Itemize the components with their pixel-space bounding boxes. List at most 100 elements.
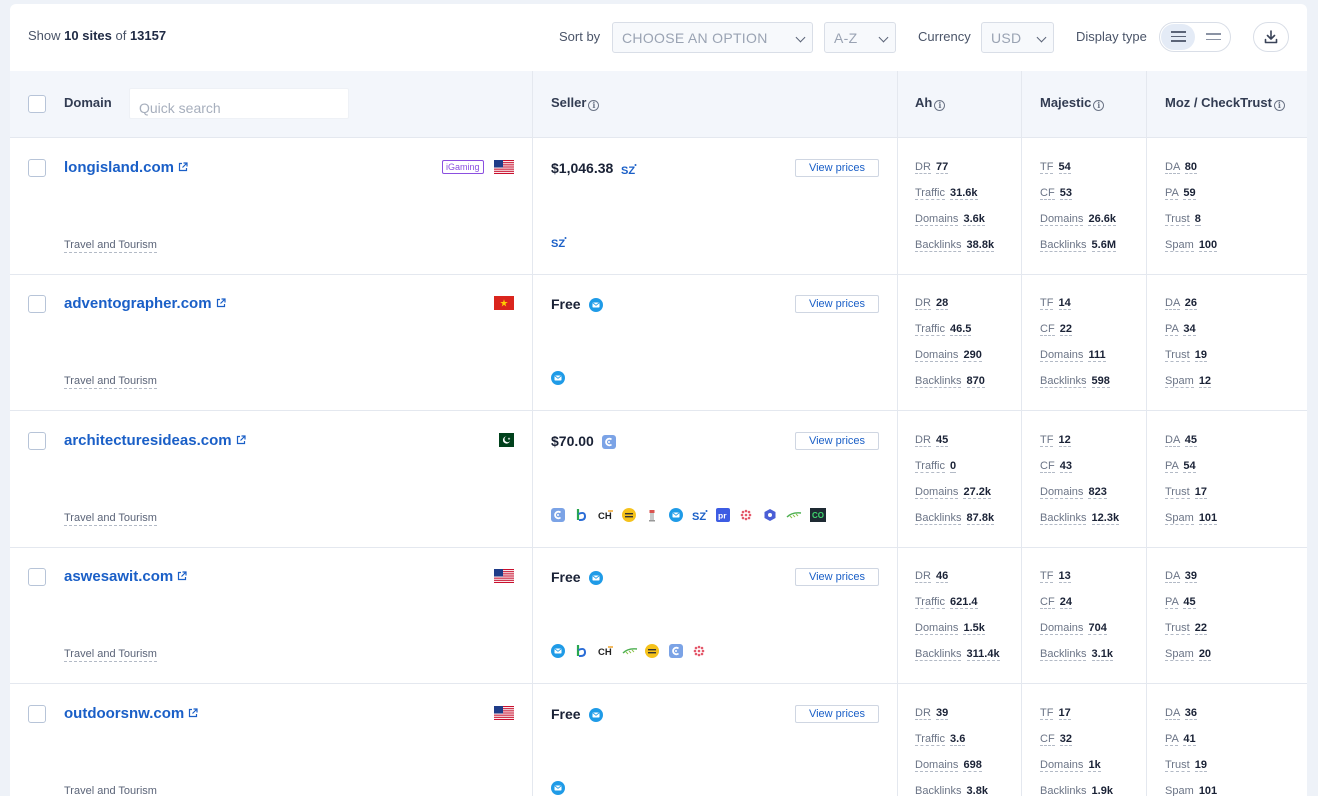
metric-value: 311.4k (966, 648, 1000, 661)
external-link-icon[interactable] (177, 571, 187, 581)
metric-value: 100 (1198, 239, 1218, 252)
metric-label: Domains (1040, 622, 1084, 635)
pk-flag-icon (494, 433, 514, 447)
metric-value: 5.6M (1091, 239, 1116, 252)
domain-link[interactable]: longisland.com (64, 159, 188, 176)
metric-value: 3.6k (963, 213, 985, 226)
co-icon: CO (809, 508, 826, 522)
majestic-cf-metric: CF 53 (1040, 187, 1158, 213)
metric-value: 26 (1184, 297, 1197, 310)
metric-value: 19 (1194, 759, 1207, 772)
view-prices-button[interactable]: View prices (795, 568, 879, 586)
compact-view-button[interactable] (1196, 24, 1230, 50)
metric-value: 27.2k (963, 486, 991, 499)
view-prices-button[interactable]: View prices (795, 432, 879, 450)
category-tag[interactable]: Travel and Tourism (64, 375, 157, 389)
row-checkbox[interactable] (28, 705, 46, 723)
majestic-domains-metric: Domains 823 (1040, 486, 1158, 512)
view-prices-button[interactable]: View prices (795, 159, 879, 177)
row-checkbox[interactable] (28, 432, 46, 450)
domain-link[interactable]: outdoorsnw.com (64, 705, 198, 722)
metric-label: DA (1165, 707, 1180, 720)
info-icon[interactable]: i (1093, 100, 1105, 111)
price-seller-icon (588, 571, 603, 590)
currency-select[interactable]: USD (981, 22, 1054, 53)
metric-label: Traffic (915, 596, 945, 609)
moz-metrics: DA 36 PA 41 Trust 19 Spam 101 (1165, 707, 1283, 796)
metric-label: Domains (915, 349, 959, 362)
table-row: longisland.com iGaming Travel and Touris… (10, 138, 1307, 275)
majestic-backlinks-metric: Backlinks 1.9k (1040, 785, 1158, 796)
sort-option-select[interactable]: CHOOSE AN OPTION (612, 22, 813, 53)
metric-label: Backlinks (915, 512, 962, 525)
info-icon[interactable]: i (934, 100, 946, 111)
metric-value: 59 (1183, 187, 1196, 200)
quick-search-input[interactable] (129, 88, 349, 119)
domain-link[interactable]: adventographer.com (64, 295, 226, 312)
collaborator-icon (551, 508, 565, 522)
price-seller-icon (588, 298, 603, 317)
row-checkbox[interactable] (28, 295, 46, 313)
moz-spam-metric: Spam 100 (1165, 239, 1283, 265)
view-prices-button[interactable]: View prices (795, 705, 879, 723)
mail-icon (588, 298, 603, 312)
download-button[interactable] (1253, 22, 1289, 52)
svg-text:SZ: SZ (621, 165, 635, 176)
table-row: adventographer.com Travel and Tourism Fr… (10, 274, 1307, 411)
metric-label: Domains (1040, 759, 1084, 772)
category-tag[interactable]: Travel and Tourism (64, 239, 157, 253)
metric-label: Backlinks (1040, 785, 1087, 796)
moz-da-metric: DA 80 (1165, 161, 1283, 187)
metric-value: 32 (1059, 733, 1072, 746)
domain-link[interactable]: aswesawit.com (64, 568, 187, 585)
external-link-icon[interactable] (216, 298, 226, 308)
category-tag[interactable]: Travel and Tourism (64, 785, 157, 796)
metric-label: Domains (915, 213, 959, 226)
emoji-icon (645, 644, 659, 658)
metric-value: 1.9k (1091, 785, 1113, 796)
price-value: Free (551, 569, 581, 585)
majestic-domains-metric: Domains 111 (1040, 349, 1158, 375)
mail-icon (588, 571, 603, 585)
metric-label: TF (1040, 707, 1054, 720)
metric-label: TF (1040, 434, 1054, 447)
majestic-tf-metric: TF 17 (1040, 707, 1158, 733)
select-all-checkbox[interactable] (28, 95, 46, 113)
svg-text:SZ: SZ (551, 238, 565, 249)
metric-label: Trust (1165, 213, 1190, 226)
category-tag[interactable]: Travel and Tourism (64, 648, 157, 662)
domain-link[interactable]: architecturesideas.com (64, 432, 246, 449)
majestic-tf-metric: TF 14 (1040, 297, 1158, 323)
metric-label: Spam (1165, 512, 1194, 525)
category-tag[interactable]: Travel and Tourism (64, 512, 157, 526)
external-link-icon[interactable] (178, 162, 188, 172)
majestic-metrics: TF 54 CF 53 Domains 26.6k Backlinks 5.6M (1040, 161, 1158, 265)
metric-value: 53 (1059, 187, 1072, 200)
mail-icon (588, 708, 603, 722)
row-checkbox[interactable] (28, 568, 46, 586)
moz-da-metric: DA 39 (1165, 570, 1283, 596)
metric-label: Backlinks (915, 648, 962, 661)
external-link-icon[interactable] (188, 708, 198, 718)
external-link-icon[interactable] (236, 435, 246, 445)
moz-trust-metric: Trust 17 (1165, 486, 1283, 512)
majestic-backlinks-metric: Backlinks 3.1k (1040, 648, 1158, 674)
metric-label: TF (1040, 297, 1054, 310)
ah-metrics: DR 28 Traffic 46.5 Domains 290 Backlinks 87… (915, 297, 1033, 401)
info-icon[interactable]: i (588, 100, 600, 111)
metric-label: TF (1040, 161, 1054, 174)
majestic-domains-metric: Domains 26.6k (1040, 213, 1158, 239)
info-icon[interactable]: i (1273, 100, 1285, 111)
metric-label: CF (1040, 733, 1055, 746)
price-seller-icon: SZ (621, 162, 637, 181)
majestic-backlinks-metric: Backlinks 12.3k (1040, 512, 1158, 538)
domain-column-header: Domain (64, 95, 112, 110)
moz-pa-metric: PA 59 (1165, 187, 1283, 213)
sort-order-select[interactable]: A-Z (824, 22, 896, 53)
table-row: aswesawit.com Travel and Tourism Free Vi… (10, 547, 1307, 684)
list-view-button[interactable] (1161, 24, 1195, 50)
row-checkbox[interactable] (28, 159, 46, 177)
us-flag-icon (494, 160, 514, 174)
view-prices-button[interactable]: View prices (795, 295, 879, 313)
metric-value: 43 (1059, 460, 1072, 473)
